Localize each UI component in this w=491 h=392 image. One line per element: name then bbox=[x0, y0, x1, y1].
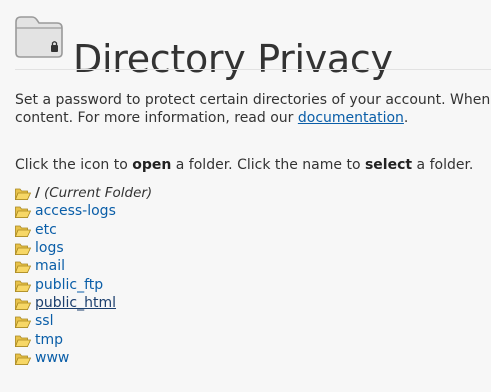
header-divider bbox=[15, 69, 491, 70]
folder-row: access-logs bbox=[15, 202, 152, 220]
folder-row: tmp bbox=[15, 330, 152, 348]
open-folder-icon[interactable] bbox=[15, 187, 31, 201]
folder-link-tmp[interactable]: tmp bbox=[35, 332, 63, 348]
folder-row: www bbox=[15, 349, 152, 367]
directory-tree: / (Current Folder) access-logs etc logs mail… bbox=[15, 184, 152, 367]
folder-row: etc bbox=[15, 221, 152, 239]
open-folder-icon[interactable] bbox=[15, 352, 31, 366]
folder-link-etc[interactable]: etc bbox=[35, 222, 57, 238]
intro-period: . bbox=[403, 110, 409, 126]
intro-line2: content. For more information, read our bbox=[15, 110, 298, 126]
folder-link-ssl[interactable]: ssl bbox=[35, 313, 53, 329]
intro-text: Set a password to protect certain direct… bbox=[15, 91, 491, 127]
folder-link-access-logs[interactable]: access-logs bbox=[35, 203, 116, 219]
root-slash: / bbox=[35, 185, 40, 202]
open-folder-icon[interactable] bbox=[15, 315, 31, 329]
instructions-part2: a folder. Click the name to bbox=[171, 157, 365, 173]
instructions-open-word: open bbox=[132, 157, 172, 173]
page-header: Directory Privacy bbox=[0, 0, 491, 81]
open-folder-icon[interactable] bbox=[15, 334, 31, 348]
current-folder-row: / (Current Folder) bbox=[15, 184, 152, 202]
current-folder-label[interactable]: / (Current Folder) bbox=[35, 185, 152, 201]
folder-row: logs bbox=[15, 239, 152, 257]
open-folder-icon[interactable] bbox=[15, 205, 31, 219]
instructions-text: Click the icon to open a folder. Click t… bbox=[15, 156, 473, 174]
instructions-part1: Click the icon to bbox=[15, 157, 133, 173]
open-folder-icon[interactable] bbox=[15, 260, 31, 274]
folder-row: ssl bbox=[15, 312, 152, 330]
folder-link-www[interactable]: www bbox=[35, 350, 69, 366]
intro-line1: Set a password to protect certain direct… bbox=[15, 92, 491, 108]
folder-link-public-html[interactable]: public_html bbox=[35, 295, 116, 311]
instructions-select-word: select bbox=[364, 157, 413, 173]
folder-row: public_html bbox=[15, 294, 152, 312]
folder-link-mail[interactable]: mail bbox=[35, 258, 65, 274]
folder-lock-icon bbox=[15, 16, 63, 58]
page-title: Directory Privacy bbox=[73, 37, 393, 82]
open-folder-icon[interactable] bbox=[15, 224, 31, 238]
folder-link-logs[interactable]: logs bbox=[35, 240, 64, 256]
open-folder-icon[interactable] bbox=[15, 242, 31, 256]
current-folder-text: (Current Folder) bbox=[43, 185, 153, 202]
folder-row: mail bbox=[15, 257, 152, 275]
open-folder-icon[interactable] bbox=[15, 297, 31, 311]
documentation-link[interactable]: documentation bbox=[298, 110, 404, 126]
open-folder-icon[interactable] bbox=[15, 279, 31, 293]
folder-row: public_ftp bbox=[15, 275, 152, 293]
instructions-part3: a folder. bbox=[412, 157, 474, 173]
folder-link-public-ftp[interactable]: public_ftp bbox=[35, 277, 103, 293]
